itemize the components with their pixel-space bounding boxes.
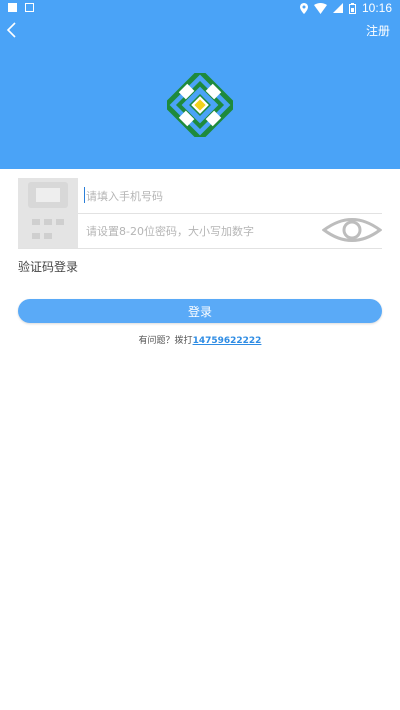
wifi-icon bbox=[313, 2, 327, 14]
battery-icon bbox=[348, 2, 356, 14]
chevron-left-icon bbox=[6, 22, 16, 38]
back-button[interactable] bbox=[3, 20, 21, 40]
phone-input[interactable] bbox=[84, 184, 378, 208]
location-icon bbox=[299, 2, 308, 14]
status-bar: 10:16 bbox=[0, 0, 400, 16]
notification-icon bbox=[8, 3, 17, 12]
help-phone-link[interactable]: 14759622222 bbox=[193, 336, 262, 346]
lock-icon bbox=[18, 213, 78, 248]
header-banner: 10:16 注册 bbox=[0, 0, 400, 169]
status-time: 10:16 bbox=[361, 1, 392, 15]
sms-login-link[interactable]: 验证码登录 bbox=[18, 258, 78, 275]
eye-icon[interactable] bbox=[321, 215, 383, 245]
password-input[interactable] bbox=[84, 219, 318, 243]
help-line: 有问题？拨打14759622222 bbox=[0, 333, 400, 346]
signal-icon bbox=[332, 3, 343, 13]
login-button[interactable]: 登录 bbox=[18, 299, 382, 323]
download-icon bbox=[25, 3, 34, 12]
register-link[interactable]: 注册 bbox=[366, 22, 390, 39]
password-field bbox=[18, 213, 383, 249]
app-logo bbox=[167, 73, 233, 137]
text-cursor bbox=[84, 187, 85, 203]
help-prefix: 有问题？拨打 bbox=[138, 336, 193, 346]
phone-icon bbox=[18, 178, 78, 213]
phone-field bbox=[18, 178, 382, 214]
